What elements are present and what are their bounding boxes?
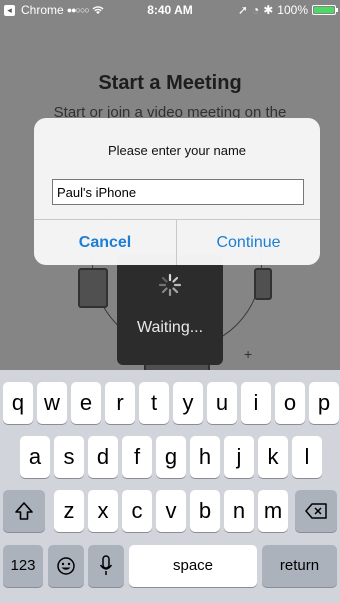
key-r[interactable]: r xyxy=(105,382,135,424)
key-w[interactable]: w xyxy=(37,382,67,424)
battery-percent: 100% xyxy=(277,3,308,17)
waiting-label: Waiting... xyxy=(136,319,204,336)
key-v[interactable]: v xyxy=(156,490,186,532)
name-prompt-dialog: Please enter your name Cancel Continue xyxy=(34,118,320,265)
delete-key[interactable] xyxy=(295,490,337,532)
key-o[interactable]: o xyxy=(275,382,305,424)
key-x[interactable]: x xyxy=(88,490,118,532)
key-z[interactable]: z xyxy=(54,490,84,532)
waiting-hud: Waiting... xyxy=(117,255,223,365)
dictation-key[interactable] xyxy=(88,545,124,587)
key-t[interactable]: t xyxy=(139,382,169,424)
name-input[interactable] xyxy=(52,179,304,205)
space-key[interactable]: space xyxy=(129,545,257,587)
emoji-key[interactable] xyxy=(48,545,84,587)
continue-button[interactable]: Continue xyxy=(177,220,320,265)
key-h[interactable]: h xyxy=(190,436,220,478)
key-p[interactable]: p xyxy=(309,382,339,424)
alarm-icon: ◔ xyxy=(251,3,260,17)
key-m[interactable]: m xyxy=(258,490,288,532)
key-q[interactable]: q xyxy=(3,382,33,424)
dialog-message: Please enter your name xyxy=(107,143,247,158)
return-key[interactable]: return xyxy=(262,545,337,587)
battery-icon xyxy=(312,5,338,15)
shift-icon xyxy=(15,502,33,520)
key-g[interactable]: g xyxy=(156,436,186,478)
key-j[interactable]: j xyxy=(224,436,254,478)
numbers-key[interactable]: 123 xyxy=(3,545,43,587)
key-c[interactable]: c xyxy=(122,490,152,532)
key-b[interactable]: b xyxy=(190,490,220,532)
microphone-icon xyxy=(99,555,113,575)
status-bar: ◂ Chrome ●●○○○ 8:40 AM ➚ ◔ ✱ 100% xyxy=(0,0,340,20)
key-a[interactable]: a xyxy=(20,436,50,478)
spinner-icon xyxy=(158,273,182,297)
key-l[interactable]: l xyxy=(292,436,322,478)
key-y[interactable]: y xyxy=(173,382,203,424)
delete-icon xyxy=(305,503,327,519)
location-icon: ➚ xyxy=(237,3,248,17)
onscreen-keyboard: q w e r t y u i o p a s d f g h j k l z … xyxy=(0,370,340,603)
key-k[interactable]: k xyxy=(258,436,288,478)
cancel-button[interactable]: Cancel xyxy=(34,220,176,265)
emoji-icon xyxy=(57,557,75,575)
key-e[interactable]: e xyxy=(71,382,101,424)
bluetooth-icon: ✱ xyxy=(263,3,274,17)
shift-key[interactable] xyxy=(3,490,45,532)
key-d[interactable]: d xyxy=(88,436,118,478)
key-f[interactable]: f xyxy=(122,436,152,478)
key-u[interactable]: u xyxy=(207,382,237,424)
key-i[interactable]: i xyxy=(241,382,271,424)
key-s[interactable]: s xyxy=(54,436,84,478)
key-n[interactable]: n xyxy=(224,490,254,532)
